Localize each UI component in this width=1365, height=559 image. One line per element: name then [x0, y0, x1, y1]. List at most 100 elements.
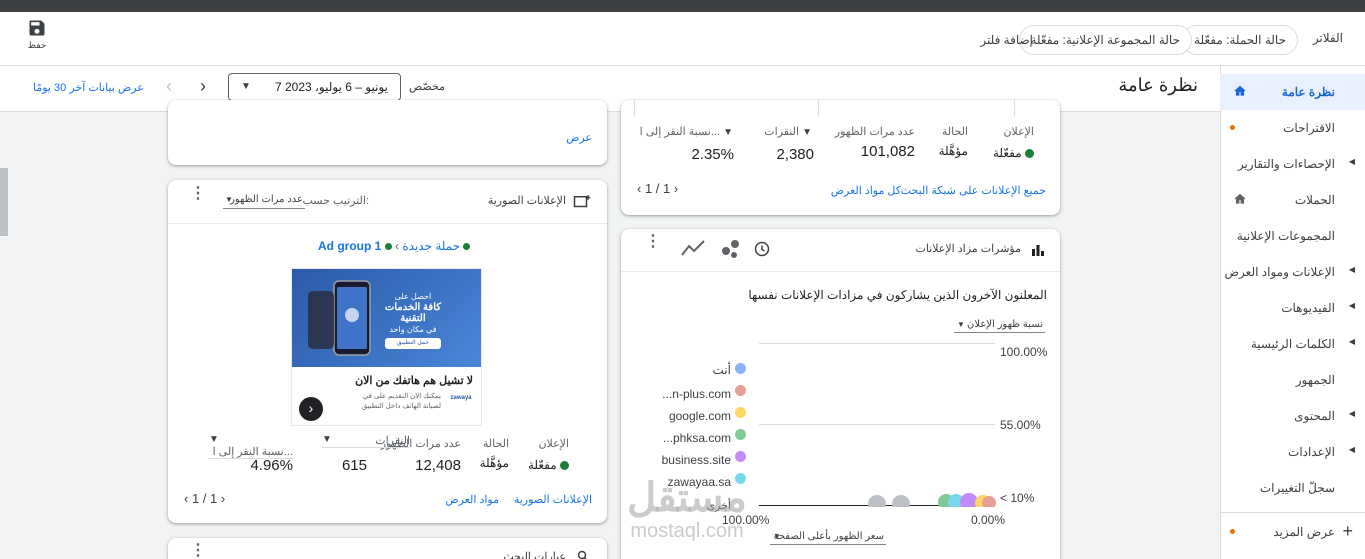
- chevron-down-icon: ▼: [802, 127, 812, 138]
- gridline: [759, 343, 995, 344]
- breadcrumb-adgroup[interactable]: Ad group 1: [318, 239, 381, 253]
- sidebar-item-audiences[interactable]: الجمهور: [1220, 362, 1365, 398]
- sidebar-item-ads-assets[interactable]: ◀ الإعلانات ومواد العرض: [1220, 254, 1365, 290]
- x-metric-dropdown[interactable]: سعر الظهور بأعلى الصفحة ▼: [770, 529, 886, 545]
- point-others[interactable]: [868, 495, 886, 507]
- next-page-icon[interactable]: ›: [674, 181, 678, 196]
- sidebar-item-label: الكلمات الرئيسية: [1250, 337, 1335, 351]
- next-period-icon[interactable]: ›: [200, 76, 206, 97]
- assets-link[interactable]: مواد العرض: [445, 493, 499, 506]
- filter-chip-adgroup-status[interactable]: حالة المجموعة الإعلانية: مفعّلة: [1018, 25, 1192, 55]
- sidebar-item-overview[interactable]: نظرة عامة: [1220, 74, 1365, 110]
- legend-dot: [735, 473, 746, 484]
- point-others[interactable]: [892, 495, 910, 507]
- scatter-chart-icon[interactable]: [720, 239, 742, 259]
- filter-chip-campaign-status[interactable]: حالة الحملة: مفعّلة: [1182, 25, 1298, 55]
- line-chart-icon[interactable]: [681, 240, 705, 256]
- sidebar-item-campaigns[interactable]: الحملات: [1220, 182, 1365, 218]
- bar-chart-icon: [1032, 245, 1044, 256]
- ad-headline: لا تشيل هم هاتفك من الان: [355, 375, 473, 387]
- status-green-dot-icon: [384, 243, 392, 251]
- sidebar-item-label: نظرة عامة: [1281, 85, 1335, 99]
- sort-value: عدد مرات الظهور: [230, 194, 303, 205]
- y-tick-label: < 10%: [1000, 491, 1035, 505]
- ad-image: احصل على كافة الخدمات التقنية في مكان وا…: [292, 269, 481, 367]
- save-button[interactable]: حفظ: [22, 18, 52, 51]
- search-icon: [577, 550, 588, 559]
- pager-text: 1 / 1: [191, 491, 218, 506]
- date-range-picker[interactable]: 7 يونيو – 6 يوليو، 2023 ▼: [228, 73, 401, 101]
- col-header-clicks-dropdown[interactable]: ▼ النقرات: [322, 434, 410, 448]
- sidebar-item-videos[interactable]: ◀ الفيديوهات: [1220, 290, 1365, 326]
- sidebar-item-keywords[interactable]: ◀ الكلمات الرئيسية: [1220, 326, 1365, 362]
- phone-back-image-icon: [308, 291, 334, 349]
- ad-preview: احصل على كافة الخدمات التقنية في مكان وا…: [291, 268, 482, 426]
- ad-status-value: مفعّلة: [527, 458, 557, 472]
- chevron-left-icon: ◀: [1348, 445, 1355, 454]
- ad-logo: zawaya: [450, 395, 472, 401]
- x-tick-label: 100.00%: [722, 513, 770, 527]
- sidebar-item-show-more[interactable]: + عرض المزيد: [1220, 514, 1365, 550]
- pager-text: 1 / 1: [644, 181, 671, 196]
- prev-period-icon[interactable]: ‹: [166, 76, 172, 97]
- history-icon[interactable]: [754, 241, 770, 257]
- image-ads-link[interactable]: الإعلانات الصورية: [514, 493, 592, 506]
- ctr-value: 4.96%: [250, 457, 293, 474]
- add-filter-button[interactable]: إضافة فلتر: [980, 33, 1033, 47]
- sidebar-item-label: الإعدادات: [1288, 445, 1335, 459]
- ad-status-cell: مفعّلة: [528, 458, 569, 472]
- sidebar-item-content[interactable]: ◀ المحتوى: [1220, 398, 1365, 434]
- y-metric-dropdown[interactable]: نسبة ظهور الإعلان ▼: [954, 317, 1045, 333]
- carousel-next-icon[interactable]: ›: [299, 397, 323, 421]
- divider: [818, 100, 819, 116]
- chevron-down-icon: ▼: [723, 127, 733, 138]
- card-title: عبارات البحث: [503, 551, 566, 559]
- col-header-ad: الإعلان: [538, 438, 569, 450]
- card-title: مؤشرات مزاد الإعلانات: [915, 243, 1021, 255]
- phone-image-icon: [333, 280, 371, 356]
- ad-description: يمكنك الان التقديم على في لصيانة الهاتف …: [361, 393, 441, 410]
- y-tick-label: 100.00%: [1000, 345, 1048, 359]
- col-header-ctr-dropdown[interactable]: ▼ نسبة النقر إلى ا...: [209, 434, 293, 459]
- sidebar-item-label: الجمهور: [1295, 373, 1335, 387]
- sidebar-item-ad-groups[interactable]: المجموعات الإعلانية: [1220, 218, 1365, 254]
- chart-subtitle: المعلنون الآخرون الذين يشاركون في مزادات…: [748, 288, 1047, 302]
- chevron-down-icon: ▼: [322, 434, 332, 445]
- col-header-ctr-dropdown[interactable]: نسبة النقر إلى ا... ▼: [640, 125, 733, 138]
- sidebar-item-label: الحملات: [1294, 193, 1335, 207]
- ad-image-line2: كافة الخدمات: [384, 302, 441, 313]
- search-terms-card: عبارات البحث ⋮: [168, 538, 607, 559]
- view-link[interactable]: عرض: [566, 131, 592, 144]
- status-green-dot-icon: [1025, 149, 1034, 159]
- legend-dot: [735, 363, 746, 374]
- breadcrumb-campaign[interactable]: حملة جديدة: [402, 239, 460, 253]
- col-header-status: الحالة: [941, 126, 968, 138]
- sidebar-item-change-history[interactable]: سجلّ التغييرات: [1220, 470, 1365, 506]
- sidebar-divider: [1221, 512, 1365, 513]
- scatter-points: [868, 493, 996, 507]
- sort-dropdown[interactable]: عدد مرات الظهور ▼: [223, 191, 305, 209]
- ad-image-cta: حمل التطبيق: [384, 338, 441, 349]
- more-vert-icon[interactable]: ⋮: [190, 543, 206, 559]
- last-30-days-link[interactable]: عرض بيانات آخر 30 يومًا: [33, 81, 144, 94]
- col-header-clicks: النقرات: [764, 126, 800, 138]
- prev-page-icon[interactable]: ‹: [637, 181, 641, 196]
- impressions-value: 12,408: [415, 457, 461, 474]
- all-search-ads-link[interactable]: جميع الإعلانات على شبكة البحث: [901, 184, 1046, 197]
- sidebar-item-settings[interactable]: ◀ الإعدادات: [1220, 434, 1365, 470]
- col-header-status: الحالة: [482, 438, 509, 450]
- chevron-down-icon: ▼: [957, 320, 965, 329]
- prev-page-icon[interactable]: ‹: [184, 491, 188, 506]
- sidebar-item-insights-reports[interactable]: ◀ الإحصاءات والتقارير: [1220, 146, 1365, 182]
- date-range-value: 7 يونيو – 6 يوليو، 2023: [274, 80, 388, 94]
- sidebar-item-recommendations[interactable]: الاقتراحات: [1220, 110, 1365, 146]
- sidebar-item-label: المحتوى: [1294, 409, 1335, 423]
- more-vert-icon[interactable]: ⋮: [645, 234, 661, 250]
- pager: ‹ 1 / 1 ›: [637, 181, 678, 196]
- more-vert-icon[interactable]: ⋮: [190, 186, 206, 202]
- col-header-clicks-dropdown[interactable]: النقرات ▼: [764, 125, 812, 138]
- all-assets-link[interactable]: كل مواد العرض: [831, 184, 901, 197]
- scrollbar-left[interactable]: [0, 168, 8, 236]
- next-page-icon[interactable]: ›: [221, 491, 225, 506]
- ad-status-cell: مفعّلة: [993, 146, 1034, 160]
